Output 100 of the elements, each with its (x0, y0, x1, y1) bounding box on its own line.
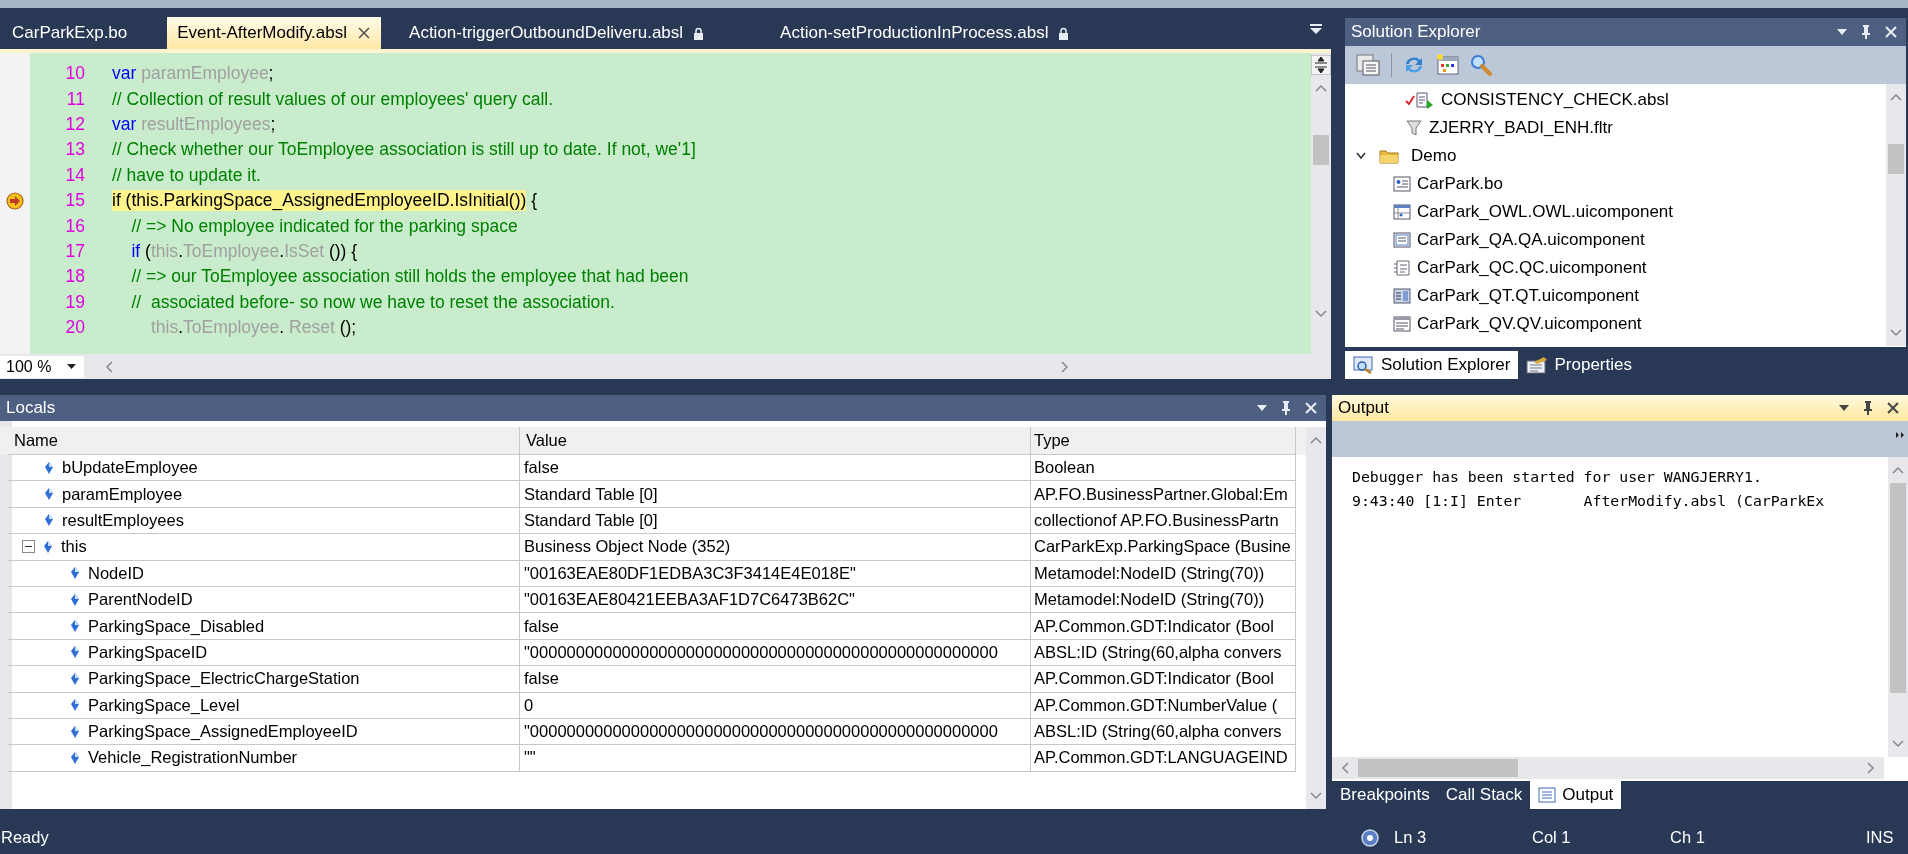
column-header[interactable]: Value (520, 427, 1031, 455)
collapse-icon[interactable] (22, 540, 35, 554)
dropdown-icon[interactable] (1256, 403, 1268, 413)
variable-name: paramEmployee (62, 484, 183, 504)
column-header[interactable]: Type (1031, 427, 1296, 455)
variable-name: resultEmployees (62, 510, 184, 530)
scrollbar[interactable] (1886, 84, 1906, 346)
line-number: 12 (64, 113, 85, 135)
properties-icon (1526, 356, 1549, 374)
split-icon[interactable] (1311, 55, 1331, 75)
editor-tab[interactable]: CarParkExp.bo (2, 17, 138, 49)
dropdown-icon[interactable] (1309, 23, 1323, 35)
editor-tab[interactable]: Action-setProductionInProcess.absl (770, 17, 1080, 49)
variable-icon (70, 698, 80, 713)
dropdown-icon[interactable] (1836, 27, 1848, 37)
code-line: // associated before- so now we have to reset the association. (130, 291, 615, 313)
tree-item[interactable]: CarPark.bo (1417, 174, 1503, 194)
pin-icon[interactable] (1280, 400, 1292, 416)
variable-name: ParentNodeID (88, 590, 193, 610)
variable-value: "00163EAE80DF1EDBA3C3F3414E4E018E" (520, 560, 1031, 587)
line-number: 10 (64, 63, 85, 85)
panel-title: Solution Explorer (1351, 22, 1482, 42)
output-icon (1538, 787, 1557, 803)
pin-icon[interactable] (1862, 400, 1874, 416)
scrollbar[interactable] (1888, 457, 1908, 757)
variable-type: collectionof AP.FO.BusinessPartn (1031, 507, 1296, 535)
variable-name: ParkingSpace_Level (88, 695, 240, 715)
status-text: Ch 1 (1670, 828, 1706, 847)
pin-icon[interactable] (1860, 24, 1872, 40)
dropdown-icon[interactable] (1838, 403, 1850, 413)
panel-tab[interactable]: Call Stack (1437, 781, 1531, 809)
variable-type: AP.Common.GDT:NumberValue ( (1031, 692, 1296, 719)
column-header[interactable]: Name (8, 427, 520, 455)
variable-icon (44, 513, 54, 528)
variable-name: this (61, 537, 87, 557)
object-icon (1393, 176, 1411, 192)
variable-name: ParkingSpace_ElectricChargeStation (88, 669, 360, 689)
variable-name: Vehicle_RegistrationNumber (88, 748, 298, 768)
solution-icon (1353, 356, 1375, 374)
editor-tab[interactable]: Action-triggerOutboundDeliveru.absl (399, 17, 715, 49)
lock-icon (693, 26, 705, 40)
tree-item[interactable]: CONSISTENCY_CHECK.absl (1441, 90, 1669, 110)
panel-tab[interactable]: Solution Explorer (1345, 351, 1519, 379)
properties-icon[interactable] (1355, 53, 1381, 77)
line-number: 20 (64, 317, 85, 339)
status-text: Ln 3 (1394, 828, 1428, 847)
line-number: 15 (64, 190, 85, 212)
class-view-icon[interactable] (1436, 54, 1460, 76)
overflow-icon[interactable] (1896, 431, 1904, 439)
variable-value: "00163EAE80421EEBA3AF1D7C6473B62C" (520, 586, 1031, 614)
variable-value: Business Object Node (352) (520, 534, 1031, 561)
panel-tab[interactable]: Breakpoints (1332, 781, 1438, 809)
line-number: 19 (64, 291, 85, 313)
line-number: 16 (64, 215, 85, 237)
variable-icon (70, 671, 80, 686)
variable-type: AP.Common.GDT:Indicator (Bool (1031, 613, 1296, 640)
variable-icon (43, 539, 53, 554)
list-icon (1393, 316, 1411, 332)
panel-title: Locals (6, 398, 57, 418)
search-icon[interactable] (1470, 54, 1492, 76)
variable-icon (70, 724, 80, 739)
scrollbar[interactable] (1332, 757, 1884, 779)
variable-value: false (520, 455, 1031, 482)
variable-type: Metamodel:NodeID (String(70)) (1031, 586, 1296, 614)
tree-item[interactable]: CarPark_QC.QC.uicomponent (1417, 258, 1647, 278)
close-icon[interactable] (357, 26, 372, 40)
tree-item[interactable]: ZJERRY_BADI_ENH.fltr (1429, 118, 1613, 138)
expand-caret-icon[interactable] (1355, 151, 1367, 161)
window-icon (1393, 204, 1411, 220)
editor-tab[interactable]: Event-AfterModify.absl (167, 17, 382, 49)
tree-item[interactable]: CarPark_QT.QT.uicomponent (1417, 286, 1640, 306)
variable-icon (44, 487, 54, 502)
zoom-dropdown[interactable]: 100 % (0, 355, 84, 378)
variable-type: AP.Common.GDT:LANGUAGEIND (1031, 745, 1296, 772)
close-icon[interactable] (1886, 401, 1900, 415)
panel-tab[interactable]: Output (1530, 781, 1622, 809)
dropdown-icon (67, 363, 76, 370)
code-line: // => our ToEmployee association still holds the employee that had been (130, 266, 689, 288)
tree-item[interactable]: CarPark_QV.QV.uicomponent (1417, 314, 1642, 334)
code-line: { (530, 190, 538, 212)
variable-value: Standard Table [0] (520, 507, 1031, 535)
variable-icon (70, 619, 80, 634)
variable-icon (70, 592, 80, 607)
code-line: // => No employee indicated for the parking space (130, 215, 518, 237)
line-number: 14 (64, 164, 85, 186)
tree-item[interactable]: CarPark_OWL.OWL.uicomponent (1417, 202, 1674, 222)
tree-item[interactable]: Demo (1411, 146, 1457, 166)
code-line: var paramEmployee; (112, 63, 274, 85)
output-line: 9:43:40 [1:I] Enter AfterModify.absl (CarParkEx (1352, 491, 1826, 511)
status-text: INS (1866, 828, 1895, 847)
code-line: var resultEmployees; (112, 113, 276, 135)
variable-type: AP.FO.BusinessPartner.Global:Em (1031, 481, 1296, 508)
filter-icon (1405, 119, 1423, 137)
tree-item[interactable]: CarPark_QA.QA.uicomponent (1417, 230, 1645, 250)
code-line: if (this.ToEmployee.IsSet ()) { (130, 240, 358, 262)
variable-name: ParkingSpace_AssignedEmployeeID (88, 722, 358, 742)
panel-tab[interactable]: Properties (1518, 351, 1640, 379)
variable-type: Metamodel:NodeID (String(70)) (1031, 560, 1296, 587)
variable-icon (70, 566, 80, 581)
scrollbar[interactable] (1306, 427, 1326, 809)
